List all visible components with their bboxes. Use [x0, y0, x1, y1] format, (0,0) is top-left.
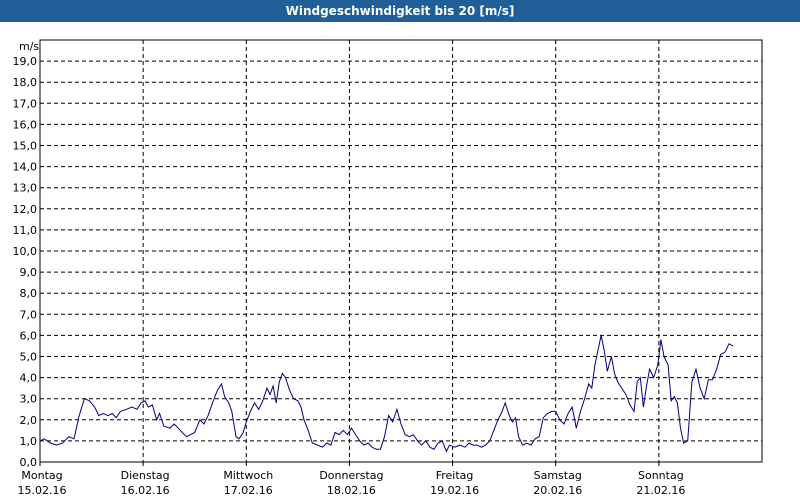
y-tick-label: 8,0 [20, 287, 38, 300]
wind-speed-line [39, 335, 734, 453]
y-tick-label: 7,0 [20, 308, 38, 321]
grid [40, 40, 762, 462]
y-tick-label: 5,0 [20, 351, 38, 364]
x-tick-day-label: Freitag [436, 469, 474, 482]
x-tick-date-label: 20.02.16 [533, 484, 582, 497]
chart-title: Windgeschwindigkeit bis 20 [m/s] [285, 4, 515, 18]
y-tick-label: 12,0 [13, 203, 38, 216]
x-tick-date-label: 21.02.16 [636, 484, 685, 497]
y-tick-label: 6,0 [20, 329, 38, 342]
y-tick-label: 16,0 [13, 118, 38, 131]
y-tick-label: 0,0 [20, 456, 38, 469]
x-tick-date-label: 17.02.16 [224, 484, 273, 497]
y-tick-label: 4,0 [20, 372, 38, 385]
y-tick-label: 2,0 [20, 414, 38, 427]
tick-labels: 0,0 1,0 2,0 3,0 4,0 5,0 6,0 7,0 8,0 9,0 10,0 11,0 12… [13, 40, 686, 497]
series-layer [39, 335, 734, 453]
x-tick-date-label: 16.02.16 [121, 484, 170, 497]
y-tick-label: 11,0 [13, 224, 38, 237]
x-tick-date-label: 18.02.16 [327, 484, 376, 497]
y-tick-label: 3,0 [20, 393, 38, 406]
x-tick-day-label: Donnerstag [319, 469, 383, 482]
x-tick-day-label: Samstag [534, 469, 582, 482]
y-tick-label: 13,0 [13, 182, 38, 195]
axes [39, 39, 763, 466]
y-axis-unit-label: m/s [19, 40, 39, 53]
x-tick-date-label: 15.02.16 [18, 484, 67, 497]
x-tick-day-label: Mittwoch [223, 469, 273, 482]
x-tick-day-label: Montag [21, 469, 62, 482]
y-tick-label: 19,0 [13, 55, 38, 68]
y-tick-label: 17,0 [13, 97, 38, 110]
x-tick-day-label: Sonntag [638, 469, 684, 482]
x-tick-date-label: 19.02.16 [430, 484, 479, 497]
y-tick-label: 18,0 [13, 76, 38, 89]
x-tick-day-label: Dienstag [121, 469, 170, 482]
wind-speed-chart: 0,0 1,0 2,0 3,0 4,0 5,0 6,0 7,0 8,0 9,0 10,0 11,0 12… [13, 39, 763, 497]
y-tick-label: 9,0 [20, 266, 38, 279]
chart-title-bar: Windgeschwindigkeit bis 20 [m/s] [0, 0, 800, 22]
y-tick-label: 1,0 [20, 435, 38, 448]
y-tick-label: 10,0 [13, 245, 38, 258]
y-tick-label: 14,0 [13, 161, 38, 174]
y-tick-label: 15,0 [13, 140, 38, 153]
